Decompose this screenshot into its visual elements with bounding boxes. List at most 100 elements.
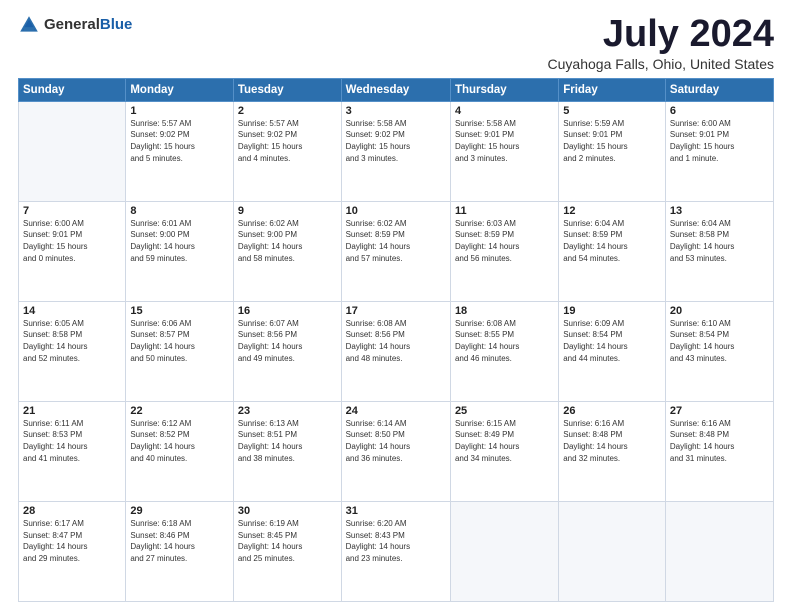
day-info: Sunrise: 6:11 AMSunset: 8:53 PMDaylight:… <box>23 418 121 464</box>
day-info: Sunrise: 6:00 AMSunset: 9:01 PMDaylight:… <box>670 118 769 164</box>
day-info: Sunrise: 6:19 AMSunset: 8:45 PMDaylight:… <box>238 518 337 564</box>
calendar-cell: 22Sunrise: 6:12 AMSunset: 8:52 PMDayligh… <box>126 401 234 501</box>
calendar-cell: 24Sunrise: 6:14 AMSunset: 8:50 PMDayligh… <box>341 401 450 501</box>
day-number: 15 <box>130 305 229 317</box>
calendar-cell: 7Sunrise: 6:00 AMSunset: 9:01 PMDaylight… <box>19 201 126 301</box>
month-title: July 2024 <box>548 14 774 56</box>
day-info: Sunrise: 6:15 AMSunset: 8:49 PMDaylight:… <box>455 418 554 464</box>
calendar-cell: 26Sunrise: 6:16 AMSunset: 8:48 PMDayligh… <box>559 401 666 501</box>
day-number: 16 <box>238 305 337 317</box>
week-row-5: 28Sunrise: 6:17 AMSunset: 8:47 PMDayligh… <box>19 501 774 601</box>
day-info: Sunrise: 6:06 AMSunset: 8:57 PMDaylight:… <box>130 318 229 364</box>
day-number: 29 <box>130 505 229 517</box>
calendar-cell <box>450 501 558 601</box>
week-row-2: 7Sunrise: 6:00 AMSunset: 9:01 PMDaylight… <box>19 201 774 301</box>
day-info: Sunrise: 6:08 AMSunset: 8:56 PMDaylight:… <box>346 318 446 364</box>
day-number: 26 <box>563 405 661 417</box>
day-number: 4 <box>455 105 554 117</box>
calendar-cell: 20Sunrise: 6:10 AMSunset: 8:54 PMDayligh… <box>665 301 773 401</box>
day-number: 24 <box>346 405 446 417</box>
calendar-cell: 2Sunrise: 5:57 AMSunset: 9:02 PMDaylight… <box>233 101 341 201</box>
day-number: 6 <box>670 105 769 117</box>
day-number: 17 <box>346 305 446 317</box>
day-info: Sunrise: 5:58 AMSunset: 9:02 PMDaylight:… <box>346 118 446 164</box>
calendar-cell: 12Sunrise: 6:04 AMSunset: 8:59 PMDayligh… <box>559 201 666 301</box>
header: GeneralBlue July 2024 Cuyahoga Falls, Oh… <box>18 14 774 72</box>
location-title: Cuyahoga Falls, Ohio, United States <box>548 56 774 72</box>
day-number: 31 <box>346 505 446 517</box>
day-header-monday: Monday <box>126 78 234 101</box>
day-number: 18 <box>455 305 554 317</box>
day-number: 9 <box>238 205 337 217</box>
title-section: July 2024 Cuyahoga Falls, Ohio, United S… <box>548 14 774 72</box>
day-info: Sunrise: 6:10 AMSunset: 8:54 PMDaylight:… <box>670 318 769 364</box>
calendar-cell: 9Sunrise: 6:02 AMSunset: 9:00 PMDaylight… <box>233 201 341 301</box>
day-info: Sunrise: 6:02 AMSunset: 8:59 PMDaylight:… <box>346 218 446 264</box>
logo: GeneralBlue <box>18 14 132 36</box>
day-info: Sunrise: 5:57 AMSunset: 9:02 PMDaylight:… <box>238 118 337 164</box>
logo-blue: Blue <box>100 16 133 33</box>
calendar-cell: 29Sunrise: 6:18 AMSunset: 8:46 PMDayligh… <box>126 501 234 601</box>
week-row-4: 21Sunrise: 6:11 AMSunset: 8:53 PMDayligh… <box>19 401 774 501</box>
day-number: 23 <box>238 405 337 417</box>
day-number: 7 <box>23 205 121 217</box>
day-info: Sunrise: 5:57 AMSunset: 9:02 PMDaylight:… <box>130 118 229 164</box>
day-header-tuesday: Tuesday <box>233 78 341 101</box>
day-number: 19 <box>563 305 661 317</box>
calendar-cell: 31Sunrise: 6:20 AMSunset: 8:43 PMDayligh… <box>341 501 450 601</box>
calendar-cell: 1Sunrise: 5:57 AMSunset: 9:02 PMDaylight… <box>126 101 234 201</box>
day-number: 22 <box>130 405 229 417</box>
calendar-cell: 28Sunrise: 6:17 AMSunset: 8:47 PMDayligh… <box>19 501 126 601</box>
day-info: Sunrise: 6:12 AMSunset: 8:52 PMDaylight:… <box>130 418 229 464</box>
day-info: Sunrise: 6:03 AMSunset: 8:59 PMDaylight:… <box>455 218 554 264</box>
day-number: 10 <box>346 205 446 217</box>
calendar-cell: 4Sunrise: 5:58 AMSunset: 9:01 PMDaylight… <box>450 101 558 201</box>
calendar-cell: 5Sunrise: 5:59 AMSunset: 9:01 PMDaylight… <box>559 101 666 201</box>
calendar-cell: 10Sunrise: 6:02 AMSunset: 8:59 PMDayligh… <box>341 201 450 301</box>
calendar-cell <box>19 101 126 201</box>
calendar-cell: 14Sunrise: 6:05 AMSunset: 8:58 PMDayligh… <box>19 301 126 401</box>
day-number: 3 <box>346 105 446 117</box>
day-number: 30 <box>238 505 337 517</box>
day-header-sunday: Sunday <box>19 78 126 101</box>
day-number: 14 <box>23 305 121 317</box>
day-header-wednesday: Wednesday <box>341 78 450 101</box>
week-row-1: 1Sunrise: 5:57 AMSunset: 9:02 PMDaylight… <box>19 101 774 201</box>
day-info: Sunrise: 6:17 AMSunset: 8:47 PMDaylight:… <box>23 518 121 564</box>
day-number: 12 <box>563 205 661 217</box>
day-info: Sunrise: 6:07 AMSunset: 8:56 PMDaylight:… <box>238 318 337 364</box>
day-info: Sunrise: 6:01 AMSunset: 9:00 PMDaylight:… <box>130 218 229 264</box>
calendar-cell: 8Sunrise: 6:01 AMSunset: 9:00 PMDaylight… <box>126 201 234 301</box>
calendar-cell: 17Sunrise: 6:08 AMSunset: 8:56 PMDayligh… <box>341 301 450 401</box>
day-info: Sunrise: 6:14 AMSunset: 8:50 PMDaylight:… <box>346 418 446 464</box>
logo-icon <box>18 14 40 36</box>
calendar-table: SundayMondayTuesdayWednesdayThursdayFrid… <box>18 78 774 602</box>
calendar-cell: 3Sunrise: 5:58 AMSunset: 9:02 PMDaylight… <box>341 101 450 201</box>
day-info: Sunrise: 6:02 AMSunset: 9:00 PMDaylight:… <box>238 218 337 264</box>
day-number: 1 <box>130 105 229 117</box>
calendar-cell: 16Sunrise: 6:07 AMSunset: 8:56 PMDayligh… <box>233 301 341 401</box>
day-info: Sunrise: 6:09 AMSunset: 8:54 PMDaylight:… <box>563 318 661 364</box>
day-header-friday: Friday <box>559 78 666 101</box>
calendar-cell: 21Sunrise: 6:11 AMSunset: 8:53 PMDayligh… <box>19 401 126 501</box>
day-info: Sunrise: 6:13 AMSunset: 8:51 PMDaylight:… <box>238 418 337 464</box>
day-header-saturday: Saturday <box>665 78 773 101</box>
calendar-cell: 18Sunrise: 6:08 AMSunset: 8:55 PMDayligh… <box>450 301 558 401</box>
days-header-row: SundayMondayTuesdayWednesdayThursdayFrid… <box>19 78 774 101</box>
calendar-cell: 30Sunrise: 6:19 AMSunset: 8:45 PMDayligh… <box>233 501 341 601</box>
day-number: 5 <box>563 105 661 117</box>
day-header-thursday: Thursday <box>450 78 558 101</box>
day-number: 8 <box>130 205 229 217</box>
day-number: 28 <box>23 505 121 517</box>
day-info: Sunrise: 6:20 AMSunset: 8:43 PMDaylight:… <box>346 518 446 564</box>
calendar-cell: 23Sunrise: 6:13 AMSunset: 8:51 PMDayligh… <box>233 401 341 501</box>
day-info: Sunrise: 6:05 AMSunset: 8:58 PMDaylight:… <box>23 318 121 364</box>
day-number: 27 <box>670 405 769 417</box>
calendar-cell: 19Sunrise: 6:09 AMSunset: 8:54 PMDayligh… <box>559 301 666 401</box>
day-number: 13 <box>670 205 769 217</box>
day-number: 11 <box>455 205 554 217</box>
calendar-cell: 11Sunrise: 6:03 AMSunset: 8:59 PMDayligh… <box>450 201 558 301</box>
calendar-cell: 25Sunrise: 6:15 AMSunset: 8:49 PMDayligh… <box>450 401 558 501</box>
page: GeneralBlue July 2024 Cuyahoga Falls, Oh… <box>0 0 792 612</box>
calendar-cell: 13Sunrise: 6:04 AMSunset: 8:58 PMDayligh… <box>665 201 773 301</box>
